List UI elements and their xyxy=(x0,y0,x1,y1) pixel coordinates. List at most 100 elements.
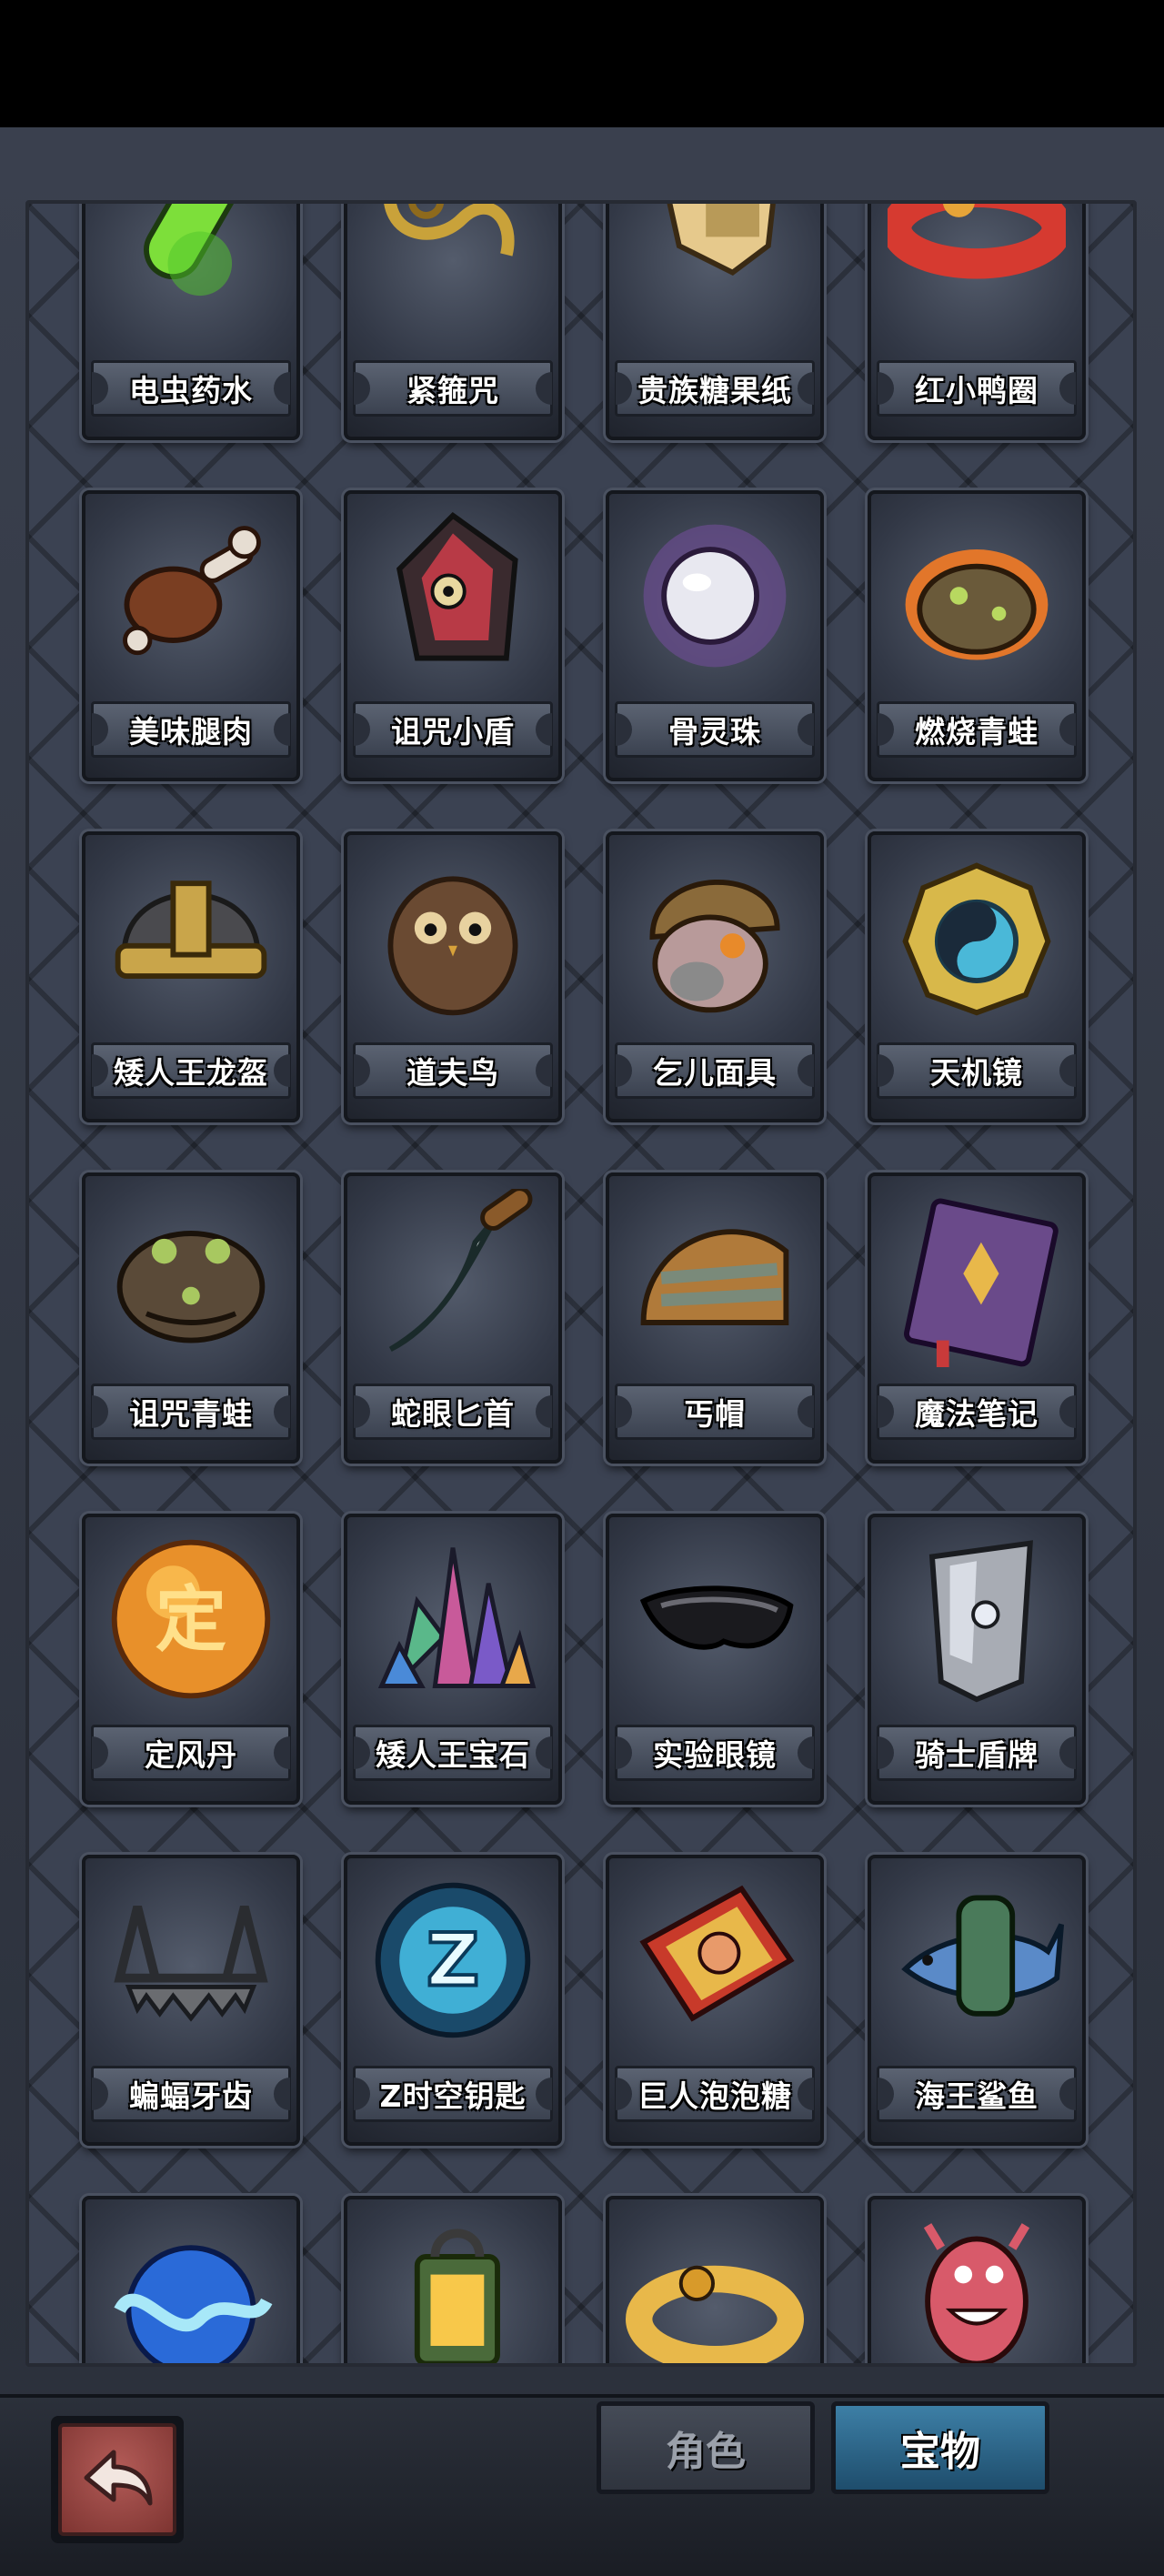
green-potion-icon xyxy=(102,204,280,344)
treasure-name: 乞儿面具 xyxy=(653,1055,777,1091)
back-button[interactable] xyxy=(51,2416,184,2543)
treasure-card[interactable]: 丐帽 xyxy=(606,1172,824,1464)
treasure-scroll-area[interactable]: 电虫药水 紧箍咒 贵族糖果纸 红小鸭圈美味腿肉 诅咒小盾 骨灵珠 燃烧青蛙矮人王龙盔 道夫鸟 乞… xyxy=(25,200,1137,2367)
treasure-card[interactable]: 紧箍咒 xyxy=(344,204,562,440)
treasure-card[interactable]: 诅咒青蛙 xyxy=(82,1172,300,1464)
treasure-name: 矮人王宝石 xyxy=(376,1737,530,1773)
candy-wrapper-icon xyxy=(626,204,804,344)
treasure-card[interactable]: 红小鸭圈 xyxy=(868,204,1086,440)
treasure-card[interactable]: 海王鲨鱼 xyxy=(868,1855,1086,2146)
treasure-name-plate: 蛇眼匕首 xyxy=(353,1384,553,1440)
treasure-name: 骨灵珠 xyxy=(668,714,761,750)
treasure-name: 天机镜 xyxy=(930,1055,1023,1091)
shark-icon xyxy=(888,1871,1066,2049)
treasure-name: 诅咒青蛙 xyxy=(129,1396,253,1432)
treasure-name: 巨人泡泡糖 xyxy=(637,2078,792,2114)
wind-pill-orb-icon: 定 xyxy=(102,1530,280,1708)
treasure-name-plate: 实验眼镜 xyxy=(615,1725,815,1781)
treasure-name: 定风丹 xyxy=(145,1737,237,1773)
red-duck-float-icon xyxy=(881,204,1072,344)
burning-frog-icon xyxy=(888,507,1066,685)
tab-treasure[interactable]: 宝物 xyxy=(831,2401,1049,2494)
yellow-duck-float-icon xyxy=(626,2212,804,2363)
beggar-mask-icon xyxy=(626,848,804,1026)
treasure-name-plate: 天机镜 xyxy=(877,1042,1077,1099)
treasure-name-plate: 魔法笔记 xyxy=(877,1384,1077,1440)
treasure-card[interactable]: 蝙蝠牙齿 xyxy=(82,1855,300,2146)
owl-bird-icon xyxy=(364,848,542,1026)
treasure-card[interactable]: 矮人王龙盔 xyxy=(82,831,300,1122)
treasure-name: 丐帽 xyxy=(684,1396,746,1432)
treasure-card[interactable]: 道夫鸟 xyxy=(344,831,562,1122)
treasure-name: 海王鲨鱼 xyxy=(915,2078,1039,2114)
treasure-name-plate: 骑士盾牌 xyxy=(877,1725,1077,1781)
treasure-name-plate: 巨人泡泡糖 xyxy=(615,2066,815,2122)
bagua-mirror-icon xyxy=(888,848,1066,1026)
treasure-name-plate: 电虫药水 xyxy=(91,360,291,417)
treasure-name: 魔法笔记 xyxy=(915,1396,1039,1432)
gem-crystals-icon xyxy=(364,1530,542,1708)
treasure-name-plate: 紧箍咒 xyxy=(353,360,553,417)
golden-circlet-icon xyxy=(364,204,542,344)
treasure-card[interactable] xyxy=(868,2196,1086,2363)
treasure-card[interactable]: 燃烧青蛙 xyxy=(868,490,1086,781)
water-orb-icon xyxy=(102,2212,280,2363)
beggar-hat-icon xyxy=(626,1189,804,1367)
dwarf-helmet-icon xyxy=(102,848,280,1026)
treasure-name-plate: 诅咒青蛙 xyxy=(91,1384,291,1440)
tab-treasure-label: 宝物 xyxy=(900,2429,980,2475)
bubblegum-box-icon xyxy=(626,1871,804,2049)
treasure-name: 矮人王龙盔 xyxy=(114,1055,268,1091)
treasure-name: 道夫鸟 xyxy=(406,1055,499,1091)
tab-role[interactable]: 角色 xyxy=(597,2401,815,2494)
treasure-card[interactable]: 实验眼镜 xyxy=(606,1514,824,1805)
treasure-card[interactable]: 骨灵珠 xyxy=(606,490,824,781)
treasure-card[interactable] xyxy=(82,2196,300,2363)
pink-monster-icon xyxy=(888,2212,1066,2363)
knight-shield-icon xyxy=(888,1530,1066,1708)
treasure-name: 电虫药水 xyxy=(129,373,253,408)
treasure-card[interactable]: 天机镜 xyxy=(868,831,1086,1122)
treasure-name-plate: 燃烧青蛙 xyxy=(877,701,1077,758)
treasure-name-plate: 矮人王龙盔 xyxy=(91,1042,291,1099)
treasure-name-plate: Z时空钥匙 xyxy=(353,2066,553,2122)
treasure-name-plate: 诅咒小盾 xyxy=(353,701,553,758)
treasure-name-plate: 乞儿面具 xyxy=(615,1042,815,1099)
treasure-name: 骑士盾牌 xyxy=(915,1737,1039,1773)
back-arrow-icon xyxy=(58,2423,176,2536)
goggles-icon xyxy=(626,1530,804,1708)
treasure-card[interactable]: 乞儿面具 xyxy=(606,831,824,1122)
treasure-name: 诅咒小盾 xyxy=(391,714,515,750)
treasure-name-plate: 道夫鸟 xyxy=(353,1042,553,1099)
treasure-card[interactable]: 矮人王宝石 xyxy=(344,1514,562,1805)
cursed-shield-icon xyxy=(364,507,542,685)
treasure-card[interactable] xyxy=(344,2196,562,2363)
treasure-card[interactable]: 贵族糖果纸 xyxy=(606,204,824,440)
treasure-name-plate: 红小鸭圈 xyxy=(877,360,1077,417)
lantern-icon xyxy=(364,2212,542,2363)
treasure-card[interactable]: 蛇眼匕首 xyxy=(344,1172,562,1464)
svg-text:定: 定 xyxy=(156,1578,226,1661)
cursed-frog-icon xyxy=(102,1189,280,1367)
treasure-card[interactable]: 骑士盾牌 xyxy=(868,1514,1086,1805)
treasure-card[interactable]: 电虫药水 xyxy=(82,204,300,440)
treasure-card[interactable]: 美味腿肉 xyxy=(82,490,300,781)
treasure-name-plate: 海王鲨鱼 xyxy=(877,2066,1077,2122)
treasure-name-plate: 定风丹 xyxy=(91,1725,291,1781)
treasure-card[interactable]: 魔法笔记 xyxy=(868,1172,1086,1464)
treasure-card[interactable]: Z Z时空钥匙 xyxy=(344,1855,562,2146)
treasure-name: 紧箍咒 xyxy=(406,373,499,408)
treasure-name: 蝙蝠牙齿 xyxy=(129,2078,253,2114)
spirit-orb-icon xyxy=(626,507,804,685)
treasure-name-plate: 美味腿肉 xyxy=(91,701,291,758)
tab-role-label: 角色 xyxy=(666,2429,746,2475)
treasure-name: 蛇眼匕首 xyxy=(391,1396,515,1432)
treasure-name-plate: 贵族糖果纸 xyxy=(615,360,815,417)
treasure-name-plate: 骨灵珠 xyxy=(615,701,815,758)
treasure-card[interactable]: 巨人泡泡糖 xyxy=(606,1855,824,2146)
curved-dagger-icon xyxy=(364,1186,542,1367)
treasure-name-plate: 蝙蝠牙齿 xyxy=(91,2066,291,2122)
treasure-card[interactable] xyxy=(606,2196,824,2363)
treasure-card[interactable]: 定定风丹 xyxy=(82,1514,300,1805)
treasure-card[interactable]: 诅咒小盾 xyxy=(344,490,562,781)
